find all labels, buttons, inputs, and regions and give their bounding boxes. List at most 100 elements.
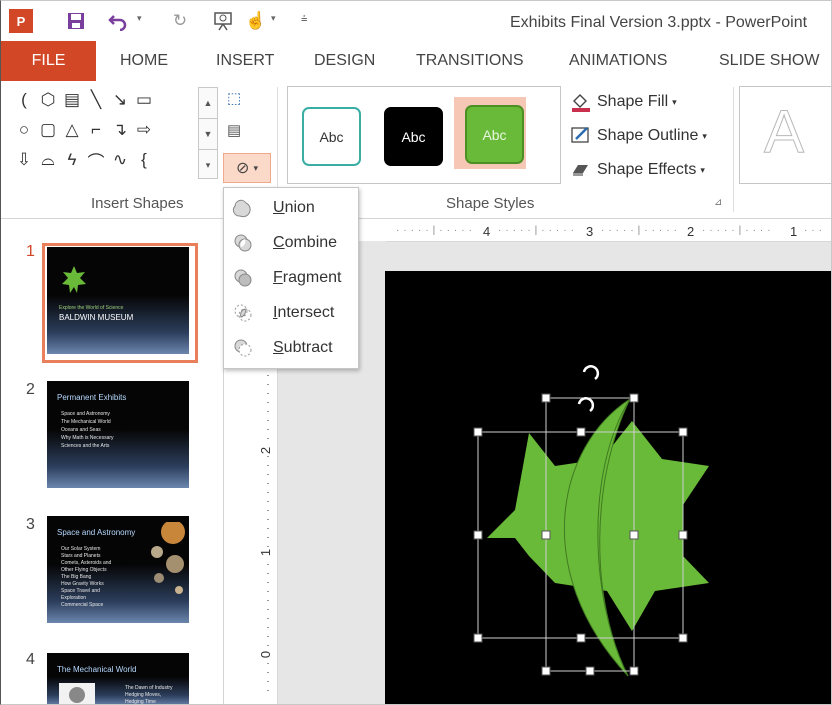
merge-shapes-dropdown-icon: ▾ <box>253 162 258 173</box>
menu-item-label: Subtract <box>273 338 333 356</box>
slide-title: BALDWIN MUSEUM <box>59 313 134 322</box>
shape-fill-dropdown-icon: ▾ <box>672 96 677 107</box>
tab-slide-show[interactable]: SLIDE SHOW <box>719 41 819 81</box>
slide-bullet: Commercial Space <box>61 602 104 608</box>
tab-home[interactable]: HOME <box>120 41 168 81</box>
ruler-number: 4 <box>483 224 491 239</box>
elbow-arrow-shape-icon[interactable]: ↴ <box>109 119 131 141</box>
shape-effects-label: Shape Effects <box>597 161 697 178</box>
present-from-start-icon[interactable] <box>211 9 237 33</box>
slide-thumbnail-3[interactable]: Space and Astronomy Our Solar System Sta… <box>47 516 189 623</box>
slide-bullet: Space and Astronomy <box>61 411 110 417</box>
ruler-number: 2 <box>687 224 695 239</box>
merge-shapes-icon: ⊘ <box>236 160 250 177</box>
slide-subtitle: Explore the World of Science <box>59 305 124 311</box>
menu-item-union[interactable]: Union <box>224 190 358 225</box>
menu-item-combine[interactable]: Combine <box>224 225 358 260</box>
tab-file[interactable]: FILE <box>1 41 96 81</box>
style-preset-green[interactable]: Abc <box>465 105 524 164</box>
format-shape-dialog-launcher-icon[interactable]: ⊿ <box>714 197 722 208</box>
wordart-styles-gallery[interactable]: A <box>739 86 831 184</box>
curve-shape-icon[interactable]: ⌒ <box>85 149 107 172</box>
triangle-shape-icon[interactable]: △ <box>61 119 83 141</box>
wave-shape-icon[interactable]: ∿ <box>109 149 131 171</box>
slide-bullet: Comets, Asteroids and <box>61 560 112 566</box>
slide-bullet: Hedging Moves, <box>125 692 162 698</box>
edit-shape-icon[interactable]: ⬚ <box>227 89 241 107</box>
right-arrow-shape-icon[interactable]: ⇨ <box>133 119 155 141</box>
tab-animations[interactable]: ANIMATIONS <box>569 41 667 81</box>
menu-item-label: Combine <box>273 233 338 251</box>
shape-fill-button[interactable]: Shape Fill ▾ <box>569 91 677 113</box>
shape-outline-label: Shape Outline <box>597 127 699 144</box>
save-icon[interactable] <box>63 9 89 33</box>
shape-outline-button[interactable]: Shape Outline ▾ <box>569 125 707 147</box>
wordart-preview: A <box>763 98 805 166</box>
slide-bullet: Stars and Planets <box>61 553 101 559</box>
powerpoint-logo-icon[interactable]: P <box>9 9 33 33</box>
shape-effects-button[interactable]: Shape Effects ▾ <box>569 159 705 181</box>
slide-bullet: Sciences and the Arts <box>61 443 110 449</box>
group-separator <box>733 87 734 212</box>
rounded-rectangle-shape-icon[interactable]: ▢ <box>37 119 59 141</box>
customize-toolbar-icon[interactable]: ⩮ <box>301 13 307 26</box>
slide-editing-area[interactable] <box>385 271 831 705</box>
shape-fill-label: Shape Fill <box>597 93 669 110</box>
undo-dropdown-icon[interactable]: ▾ <box>137 13 142 24</box>
intersect-icon <box>232 302 254 324</box>
slide-thumbnail-2[interactable]: Permanent Exhibits Space and Astronomy T… <box>47 381 189 488</box>
slide-bullet: The Mechanical World <box>61 419 111 425</box>
menu-item-label: Union <box>273 198 315 216</box>
scroll-up-icon[interactable]: ▲ <box>199 88 217 119</box>
slide-bullet: How Gravity Works <box>61 581 104 587</box>
touch-mode-icon[interactable]: ☝ <box>245 9 267 33</box>
slide-bullet: The Dawn of Industry <box>125 685 173 691</box>
slide-bullet: Why Math is Necessary <box>61 435 114 441</box>
slide-bullet: Space Travel and <box>61 588 100 594</box>
textbox-shape-icon[interactable]: ▤ <box>61 89 83 111</box>
redo-icon[interactable]: ↻ <box>167 9 193 33</box>
scribble-shape-icon[interactable]: ϟ <box>61 149 83 171</box>
brace-shape-icon[interactable]: { <box>133 149 155 171</box>
line-shape-icon[interactable]: ╲ <box>85 89 107 111</box>
more-shapes-icon[interactable]: ▾ <box>199 150 217 180</box>
shapes-gallery-scroll[interactable]: ▲ ▼ ▾ <box>198 87 218 179</box>
slide-number: 3 <box>26 516 35 533</box>
tab-insert[interactable]: INSERT <box>216 41 274 81</box>
tab-design[interactable]: DESIGN <box>314 41 375 81</box>
slide-bullet: The Big Bang <box>61 574 92 580</box>
rotate-handles <box>577 365 600 413</box>
arc-shape-icon[interactable]: ( <box>13 89 35 111</box>
subtract-icon <box>232 337 254 359</box>
style-preset-black[interactable]: Abc <box>384 107 443 166</box>
menu-item-intersect[interactable]: Intersect <box>224 295 358 330</box>
oval-shape-icon[interactable]: ○ <box>13 119 35 141</box>
slide-bullet: Our Solar System <box>61 546 101 552</box>
merge-shapes-button[interactable]: ⊘ ▾ <box>223 153 271 183</box>
logo-text: P <box>16 13 26 29</box>
slide-thumbnail-1[interactable]: Explore the World of Science BALDWIN MUS… <box>47 247 189 354</box>
ribbon-tabs: FILE HOME INSERT DESIGN TRANSITIONS ANIM… <box>1 41 831 82</box>
rectangle-shape-icon[interactable]: ▭ <box>133 89 155 111</box>
window-title: Exhibits Final Version 3.pptx - PowerPoi… <box>510 14 808 31</box>
slide-thumbnail-4[interactable]: The Mechanical World The Dawn of Industr… <box>47 653 189 704</box>
menu-item-fragment[interactable]: Fragment <box>224 260 358 295</box>
tab-transitions[interactable]: TRANSITIONS <box>416 41 524 81</box>
octagon-shape-icon[interactable]: ⬡ <box>37 89 59 111</box>
scroll-down-icon[interactable]: ▼ <box>199 119 217 150</box>
freeform-shape-icon[interactable]: ⌓ <box>37 149 59 171</box>
down-arrow-shape-icon[interactable]: ⇩ <box>13 149 35 171</box>
text-box-icon[interactable]: ▤ <box>227 121 241 139</box>
elbow-connector-shape-icon[interactable]: ⌐ <box>85 119 107 141</box>
slide-number: 1 <box>26 243 35 260</box>
paint-bucket-icon <box>569 91 593 113</box>
menu-item-subtract[interactable]: Subtract <box>224 330 358 365</box>
arrow-line-shape-icon[interactable]: ↘ <box>109 89 131 111</box>
touch-mode-dropdown-icon[interactable]: ▾ <box>271 13 276 24</box>
slide-bullet: Other Flying Objects <box>61 567 107 573</box>
selected-shapes[interactable] <box>385 271 831 705</box>
gear-image <box>59 683 95 704</box>
slide-title: The Mechanical World <box>57 665 137 674</box>
undo-icon[interactable] <box>105 9 131 33</box>
style-preset-outline[interactable]: Abc <box>302 107 361 166</box>
